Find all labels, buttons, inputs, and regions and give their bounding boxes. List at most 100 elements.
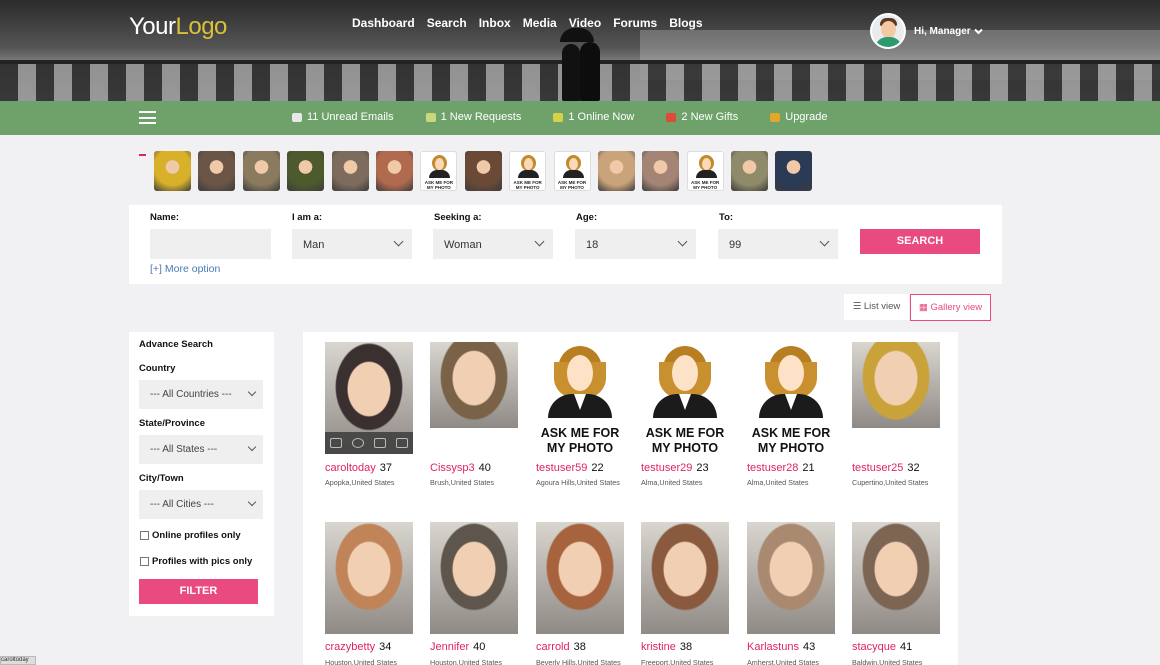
- notification-item[interactable]: 1 Online Now: [553, 111, 634, 123]
- filter-button[interactable]: FILTER: [139, 579, 258, 604]
- ask-photo-placeholder[interactable]: ASK ME FOR MY PHOTO: [747, 342, 835, 455]
- profile-photo[interactable]: [641, 522, 729, 634]
- profile-name[interactable]: testuser25: [852, 462, 903, 474]
- profile-name-age[interactable]: kristine 38: [641, 641, 692, 653]
- profile-name-age[interactable]: stacyque 41: [852, 641, 912, 653]
- site-logo[interactable]: YourLogo: [129, 13, 227, 41]
- profile-photo[interactable]: [852, 522, 940, 634]
- profile-photo[interactable]: [325, 522, 413, 634]
- profile-name[interactable]: caroltoday: [325, 462, 376, 474]
- iam-select[interactable]: Man: [292, 229, 412, 259]
- online-only-checkbox[interactable]: Online profiles only: [140, 530, 241, 541]
- profile-photo[interactable]: [430, 342, 518, 428]
- member-thumb[interactable]: [464, 151, 502, 191]
- profile-card[interactable]: ASK ME FOR MY PHOTO: [747, 342, 835, 455]
- profile-name[interactable]: Karlastuns: [747, 641, 799, 653]
- profile-name-age[interactable]: Karlastuns 43: [747, 641, 815, 653]
- ask-photo-placeholder[interactable]: ASK ME FOR MY PHOTO: [536, 342, 624, 455]
- gift-icon[interactable]: [396, 438, 408, 448]
- notification-item[interactable]: Upgrade: [770, 111, 827, 123]
- city-select[interactable]: --- All Cities ---: [139, 490, 263, 519]
- member-thumb[interactable]: [731, 151, 769, 191]
- profile-card[interactable]: [852, 342, 940, 428]
- user-menu[interactable]: Hi, Manager: [870, 13, 983, 49]
- profile-photo[interactable]: [852, 342, 940, 428]
- member-thumb[interactable]: [642, 151, 680, 191]
- ask-photo-placeholder[interactable]: ASK ME FOR MY PHOTO: [641, 342, 729, 455]
- ask-photo-thumb[interactable]: ASK ME FOR MY PHOTO: [686, 151, 724, 191]
- profile-name[interactable]: testuser28: [747, 462, 798, 474]
- heart-icon[interactable]: [374, 438, 386, 448]
- country-select[interactable]: --- All Countries ---: [139, 380, 263, 409]
- nav-video[interactable]: Video: [569, 16, 601, 30]
- profile-card[interactable]: [641, 522, 729, 634]
- profile-name[interactable]: Jennifer: [430, 641, 469, 653]
- profile-name[interactable]: stacyque: [852, 641, 896, 653]
- profile-name-age[interactable]: Cissysp3 40: [430, 462, 491, 474]
- profile-card[interactable]: ASK ME FOR MY PHOTO: [536, 342, 624, 455]
- profile-name-age[interactable]: testuser25 32: [852, 462, 920, 474]
- smile-icon[interactable]: [352, 438, 364, 448]
- profile-card[interactable]: [430, 522, 518, 634]
- notification-item[interactable]: 2 New Gifts: [666, 111, 738, 123]
- seeking-select[interactable]: Woman: [433, 229, 553, 259]
- member-thumb[interactable]: [597, 151, 635, 191]
- member-thumb[interactable]: [198, 151, 236, 191]
- member-thumb[interactable]: [775, 151, 813, 191]
- gallery-view-button[interactable]: ▦ Gallery view: [910, 294, 991, 321]
- envelope-icon[interactable]: [330, 438, 342, 448]
- profile-card[interactable]: [325, 522, 413, 634]
- hamburger-icon[interactable]: [139, 111, 156, 124]
- profile-card[interactable]: [325, 342, 413, 454]
- profile-name-age[interactable]: testuser59 22: [536, 462, 604, 474]
- profile-name-age[interactable]: Jennifer 40: [430, 641, 485, 653]
- profile-name[interactable]: kristine: [641, 641, 676, 653]
- nav-blogs[interactable]: Blogs: [669, 16, 702, 30]
- member-thumb[interactable]: [287, 151, 325, 191]
- notification-item[interactable]: 11 Unread Emails: [292, 111, 394, 123]
- profile-name-age[interactable]: crazybetty 34: [325, 641, 391, 653]
- profile-card[interactable]: [747, 522, 835, 634]
- profile-name-age[interactable]: caroltoday 37: [325, 462, 392, 474]
- search-button[interactable]: SEARCH: [860, 229, 980, 254]
- profile-card[interactable]: [852, 522, 940, 634]
- checkbox-box[interactable]: [140, 557, 149, 566]
- profile-photo[interactable]: [430, 522, 518, 634]
- age-select[interactable]: 18: [575, 229, 696, 259]
- nav-dashboard[interactable]: Dashboard: [352, 16, 415, 30]
- list-view-button[interactable]: ☰ List view: [844, 294, 909, 320]
- avatar[interactable]: [870, 13, 906, 49]
- state-select[interactable]: --- All States ---: [139, 435, 263, 464]
- profile-name[interactable]: crazybetty: [325, 641, 375, 653]
- nav-media[interactable]: Media: [523, 16, 557, 30]
- profile-photo[interactable]: [325, 342, 413, 454]
- profile-card[interactable]: [536, 522, 624, 634]
- profile-photo[interactable]: [747, 522, 835, 634]
- profile-name[interactable]: carrold: [536, 641, 570, 653]
- profile-name-age[interactable]: carrold 38: [536, 641, 586, 653]
- nav-search[interactable]: Search: [427, 16, 467, 30]
- nav-forums[interactable]: Forums: [613, 16, 657, 30]
- more-option-link[interactable]: [+] More option: [150, 263, 220, 275]
- profile-name[interactable]: testuser29: [641, 462, 692, 474]
- profile-photo[interactable]: [536, 522, 624, 634]
- profile-name[interactable]: Cissysp3: [430, 462, 475, 474]
- nav-inbox[interactable]: Inbox: [479, 16, 511, 30]
- member-thumb[interactable]: [375, 151, 413, 191]
- ask-photo-thumb[interactable]: ASK ME FOR MY PHOTO: [553, 151, 591, 191]
- profile-card[interactable]: ASK ME FOR MY PHOTO: [641, 342, 729, 455]
- profile-name[interactable]: testuser59: [536, 462, 587, 474]
- ask-photo-thumb[interactable]: ASK ME FOR MY PHOTO: [420, 151, 458, 191]
- ask-photo-thumb[interactable]: ASK ME FOR MY PHOTO: [509, 151, 547, 191]
- profile-card[interactable]: [430, 342, 518, 428]
- member-thumb[interactable]: [331, 151, 369, 191]
- name-input[interactable]: [150, 229, 271, 259]
- profile-name-age[interactable]: testuser29 23: [641, 462, 709, 474]
- member-thumb[interactable]: [154, 151, 191, 191]
- to-select[interactable]: 99: [718, 229, 838, 259]
- checkbox-box[interactable]: [140, 531, 149, 540]
- with-pics-checkbox[interactable]: Profiles with pics only: [140, 556, 252, 567]
- chevron-down-icon[interactable]: [973, 28, 983, 35]
- user-greeting[interactable]: Hi, Manager: [914, 26, 971, 37]
- profile-name-age[interactable]: testuser28 21: [747, 462, 815, 474]
